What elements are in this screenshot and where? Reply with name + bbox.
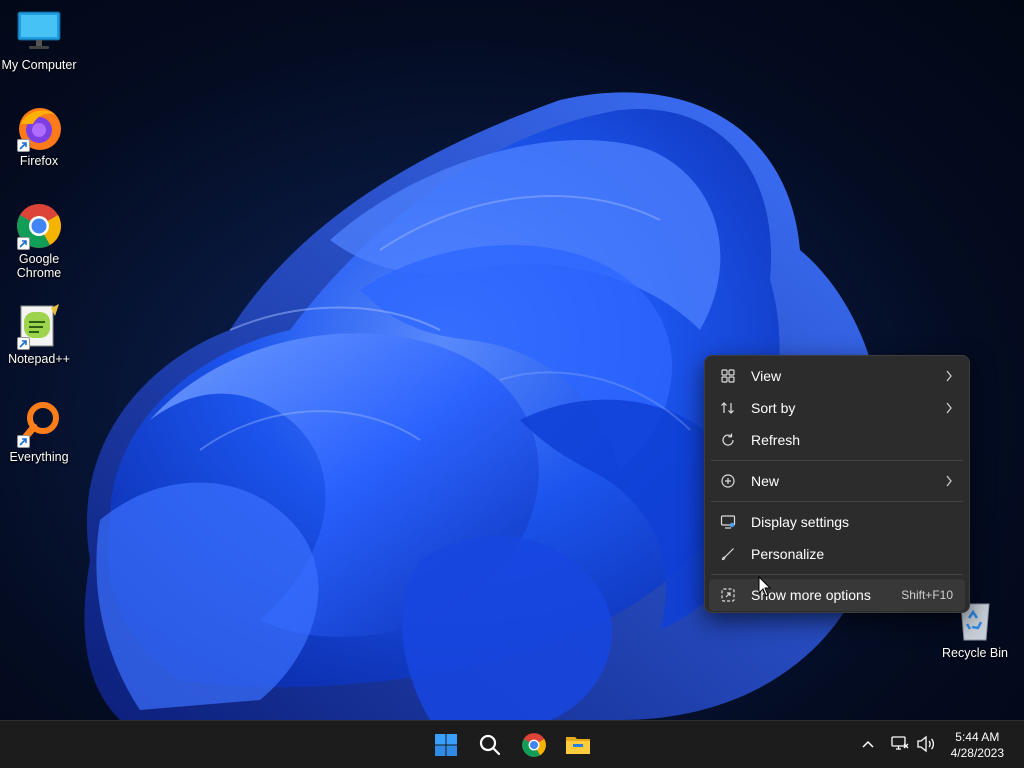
desktop-icon-label: Google Chrome — [16, 252, 62, 280]
desktop-icon-firefox[interactable]: Firefox — [0, 104, 78, 168]
chrome-icon — [15, 202, 63, 250]
plus-circle-icon — [719, 472, 737, 490]
start-button[interactable] — [430, 729, 462, 761]
notepad-plus-plus-icon — [15, 302, 63, 350]
desktop-icon-notepad-plus-plus[interactable]: Notepad++ — [0, 302, 78, 366]
brush-icon — [719, 545, 737, 563]
chevron-right-icon — [945, 369, 953, 385]
taskbar-file-explorer-button[interactable] — [562, 729, 594, 761]
menu-item-new[interactable]: New — [709, 465, 965, 497]
sort-icon — [719, 399, 737, 417]
keyboard-shortcut: Shift+F10 — [901, 588, 953, 602]
desktop-icon-label: Recycle Bin — [942, 646, 1008, 660]
clock-time: 5:44 AM — [955, 730, 1000, 744]
search-icon — [479, 734, 501, 756]
mouse-cursor-icon — [758, 576, 772, 597]
menu-item-personalize[interactable]: Personalize — [709, 538, 965, 570]
desktop-icon-label: Firefox — [19, 154, 59, 168]
chevron-up-icon[interactable] — [861, 737, 875, 756]
menu-item-label: Personalize — [751, 546, 825, 562]
menu-item-display-settings[interactable]: Display settings — [709, 506, 965, 538]
menu-separator — [711, 501, 963, 502]
menu-separator — [711, 460, 963, 461]
shortcut-arrow-icon — [17, 139, 30, 152]
menu-item-view[interactable]: View — [709, 360, 965, 392]
expand-icon — [719, 586, 737, 604]
chevron-right-icon — [945, 401, 953, 417]
refresh-icon — [719, 431, 737, 449]
desktop-icon-label: Everything — [9, 450, 69, 464]
volume-icon[interactable] — [916, 735, 936, 758]
taskbar-clock[interactable]: 5:44 AM 4/28/2023 — [951, 729, 1004, 761]
taskbar: 5:44 AM 4/28/2023 — [0, 720, 1024, 768]
monitor-icon — [15, 8, 63, 56]
menu-item-label: Refresh — [751, 432, 801, 448]
network-icon[interactable] — [890, 735, 910, 758]
menu-item-label: Sort by — [751, 400, 796, 416]
shortcut-arrow-icon — [17, 435, 30, 448]
chevron-right-icon — [945, 474, 953, 490]
desktop-icon-everything[interactable]: Everything — [0, 400, 78, 464]
shortcut-arrow-icon — [17, 337, 30, 350]
taskbar-chrome-button[interactable] — [518, 729, 550, 761]
desktop-icon-my-computer[interactable]: My Computer — [0, 8, 78, 72]
menu-item-label: Display settings — [751, 514, 850, 530]
search-button[interactable] — [474, 729, 506, 761]
firefox-icon — [15, 104, 63, 152]
file-explorer-icon — [566, 737, 590, 754]
chrome-icon — [522, 733, 546, 757]
menu-item-label: New — [751, 473, 780, 489]
menu-item-show-more-options[interactable]: Show more options Shift+F10 — [709, 579, 965, 611]
menu-item-refresh[interactable]: Refresh — [709, 424, 965, 456]
desktop-icon-label: My Computer — [1, 58, 77, 72]
menu-separator — [711, 574, 963, 575]
desktop-context-menu: View Sort by Refresh New Display setting… — [704, 355, 970, 613]
desktop-icon-label: Notepad++ — [8, 352, 70, 366]
shortcut-arrow-icon — [17, 237, 30, 250]
everything-search-icon — [15, 400, 63, 448]
menu-item-sort-by[interactable]: Sort by — [709, 392, 965, 424]
display-icon — [719, 513, 737, 531]
menu-item-label: View — [751, 368, 782, 384]
clock-date: 4/28/2023 — [950, 746, 1004, 760]
desktop-icon-google-chrome[interactable]: Google Chrome — [0, 202, 78, 280]
grid-icon — [719, 367, 737, 385]
start-icon — [435, 734, 457, 756]
